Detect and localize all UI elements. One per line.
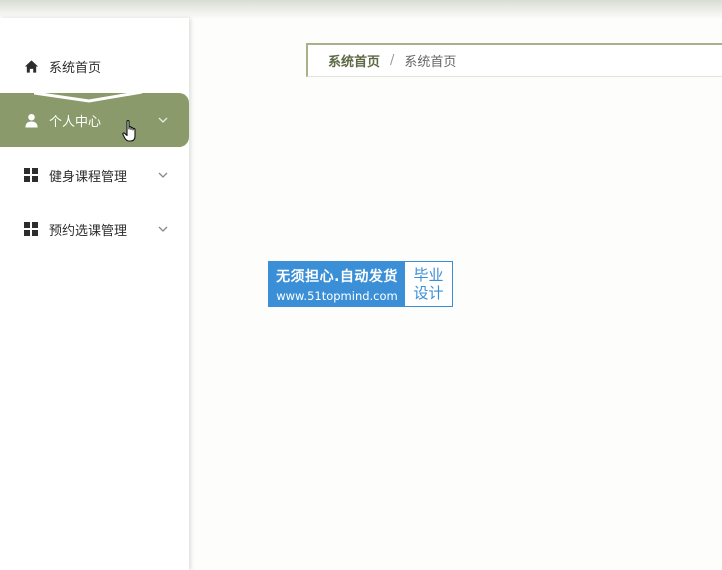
sidebar-item-label: 系统首页 [49, 60, 102, 76]
watermark-right-top: 毕业 [413, 266, 444, 284]
sidebar-item-personal-center[interactable]: 个人中心 [0, 91, 189, 147]
breadcrumb-current: 系统首页 [404, 55, 457, 70]
sidebar-item-fitness-course[interactable]: 健身课程管理 [0, 148, 189, 202]
watermark-right: 毕业 设计 [405, 262, 452, 306]
watermark-right-bottom: 设计 [413, 284, 444, 302]
breadcrumb: 系统首页 / 系统首页 [306, 43, 722, 77]
sidebar-item-label: 预约选课管理 [49, 223, 128, 239]
grid-icon [23, 221, 39, 237]
chevron-down-icon[interactable] [157, 169, 169, 181]
top-bar [0, 0, 722, 18]
sidebar-item-booking-course[interactable]: 预约选课管理 [0, 202, 189, 256]
chevron-down-icon[interactable] [157, 223, 169, 235]
watermark-badge: 无须担心.自动发货 www.51topmind.com 毕业 设计 [268, 261, 453, 307]
watermark-left: 无须担心.自动发货 www.51topmind.com [269, 262, 405, 306]
sidebar-item-label: 健身课程管理 [49, 169, 128, 185]
active-indicator [34, 91, 143, 103]
watermark-slogan: 无须担心.自动发货 [276, 268, 398, 285]
user-icon [23, 112, 39, 128]
breadcrumb-separator: / [390, 53, 395, 68]
sidebar: 系统首页 个人中心 健身课程管理 预约选课管理 [0, 18, 189, 570]
home-icon [23, 58, 39, 74]
grid-icon [23, 167, 39, 183]
sidebar-item-label: 个人中心 [49, 114, 102, 130]
watermark-url: www.51topmind.com [276, 288, 398, 303]
chevron-down-icon[interactable] [157, 114, 169, 126]
breadcrumb-home-link[interactable]: 系统首页 [328, 51, 380, 70]
hand-cursor-icon [122, 120, 136, 142]
sidebar-item-home[interactable]: 系统首页 [0, 39, 189, 93]
